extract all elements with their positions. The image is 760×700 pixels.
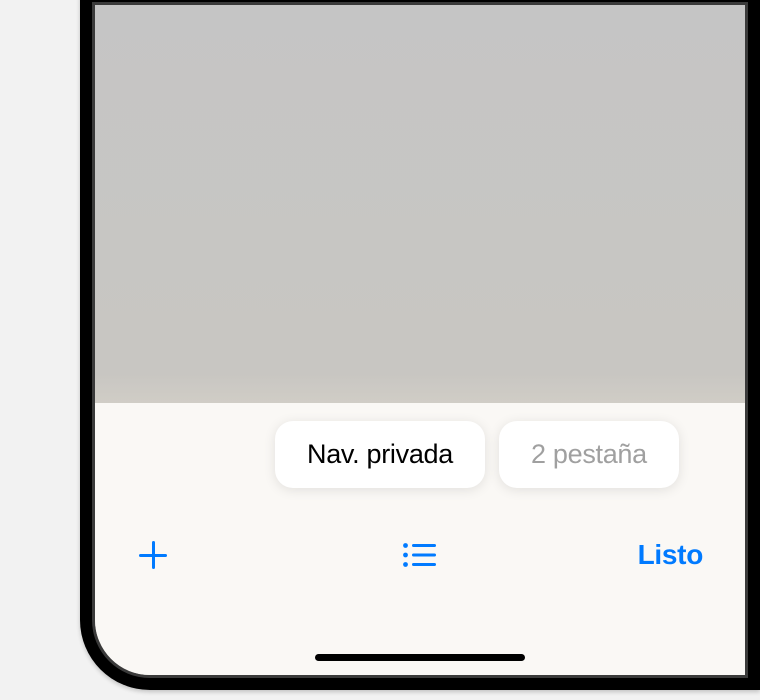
tab-groups-button[interactable] (402, 541, 438, 569)
phone-frame: Nav. privada 2 pestaña (80, 0, 760, 690)
tab-group-private[interactable]: Nav. privada (275, 421, 485, 488)
phone-screen: Nav. privada 2 pestaña (95, 5, 745, 675)
tab-group-tabs[interactable]: 2 pestaña (499, 421, 679, 488)
toolbar-center (326, 541, 515, 569)
phone-bezel: Nav. privada 2 pestaña (92, 2, 748, 678)
toolbar-left (137, 539, 326, 571)
bottom-panel: Nav. privada 2 pestaña (95, 403, 745, 675)
home-indicator[interactable] (315, 654, 525, 661)
new-tab-button[interactable] (137, 539, 169, 571)
tab-group-selector[interactable]: Nav. privada 2 pestaña (95, 403, 745, 493)
done-button[interactable]: Listo (638, 539, 703, 571)
list-icon (402, 541, 438, 569)
bottom-toolbar: Listo (95, 493, 745, 593)
toolbar-right: Listo (514, 539, 703, 571)
